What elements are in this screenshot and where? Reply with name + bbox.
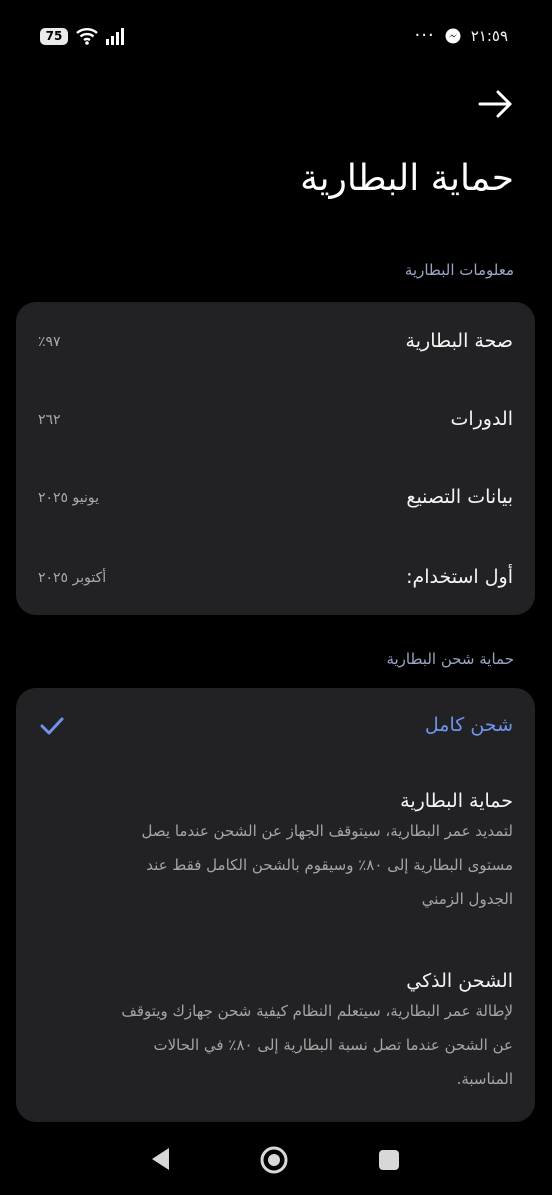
nav-home-icon[interactable] (259, 1145, 289, 1175)
option-full-charge[interactable]: شحن كامل (16, 688, 535, 764)
description-line: مستوى البطارية إلى ٨٠٪ وسيقوم بالشحن الك… (146, 856, 513, 874)
info-row-health: صحة البطارية ٩٧٪ (16, 322, 535, 362)
status-bar: 75 ··· ٢١:٥٩ (0, 0, 552, 70)
clock: ٢١:٥٩ (470, 27, 508, 45)
option-title: الشحن الذكي (406, 970, 513, 992)
messenger-icon (445, 28, 461, 44)
description-line: لإطالة عمر البطارية، سيتعلم النظام كيفية… (121, 1002, 513, 1020)
info-value: يونيو ٢٠٢٥ (38, 490, 100, 506)
description-line: المناسبة. (456, 1070, 513, 1088)
signal-icon (106, 27, 124, 45)
more-icon: ··· (414, 25, 435, 46)
section-label-battery-info: معلومات البطارية (404, 261, 514, 279)
page-title: حماية البطارية (300, 158, 514, 199)
info-value: ٢٦٢ (38, 412, 61, 428)
info-row-manufacture-date: بيانات التصنيع يونيو ٢٠٢٥ (16, 478, 535, 518)
description-line: الجدول الزمني (421, 890, 513, 908)
option-description: لتمديد عمر البطارية، سيتوقف الجهاز عن ال… (33, 814, 513, 916)
battery-indicator: 75 (40, 27, 68, 45)
option-title: حماية البطارية (400, 790, 513, 812)
info-label: أول استخدام: (406, 566, 513, 588)
battery-info-card: صحة البطارية ٩٧٪ الدورات ٢٦٢ بيانات التص… (16, 302, 535, 615)
info-value: ٩٧٪ (38, 334, 61, 350)
info-label: الدورات (450, 408, 513, 430)
check-icon (40, 717, 64, 735)
charging-options-card: شحن كامل حماية البطارية لتمديد عمر البطا… (16, 688, 535, 1122)
status-right-group: ··· ٢١:٥٩ (414, 25, 508, 46)
info-value: أكتوبر ٢٠٢٥ (38, 570, 107, 586)
info-row-first-use: أول استخدام: أكتوبر ٢٠٢٥ (16, 558, 535, 598)
status-indicators: 75 (40, 27, 126, 45)
option-title: شحن كامل (424, 714, 513, 736)
description-line: لتمديد عمر البطارية، سيتوقف الجهاز عن ال… (141, 822, 513, 840)
option-battery-protection[interactable]: حماية البطارية لتمديد عمر البطارية، سيتو… (16, 778, 535, 928)
back-arrow-icon[interactable] (478, 88, 514, 120)
info-label: بيانات التصنيع (406, 486, 513, 508)
option-smart-charging[interactable]: الشحن الذكي لإطالة عمر البطارية، سيتعلم … (16, 958, 535, 1108)
description-line: عن الشحن عندما تصل نسبة البطارية إلى ٨٠٪… (153, 1036, 514, 1054)
wifi-icon (76, 28, 98, 45)
option-description: لإطالة عمر البطارية، سيتعلم النظام كيفية… (33, 994, 513, 1096)
nav-recents-icon[interactable] (378, 1149, 400, 1171)
nav-back-icon[interactable] (149, 1146, 171, 1172)
info-label: صحة البطارية (405, 330, 513, 352)
navigation-bar (0, 1130, 552, 1195)
section-label-charging-protection: حماية شحن البطارية (386, 650, 514, 668)
info-row-cycles: الدورات ٢٦٢ (16, 400, 535, 440)
